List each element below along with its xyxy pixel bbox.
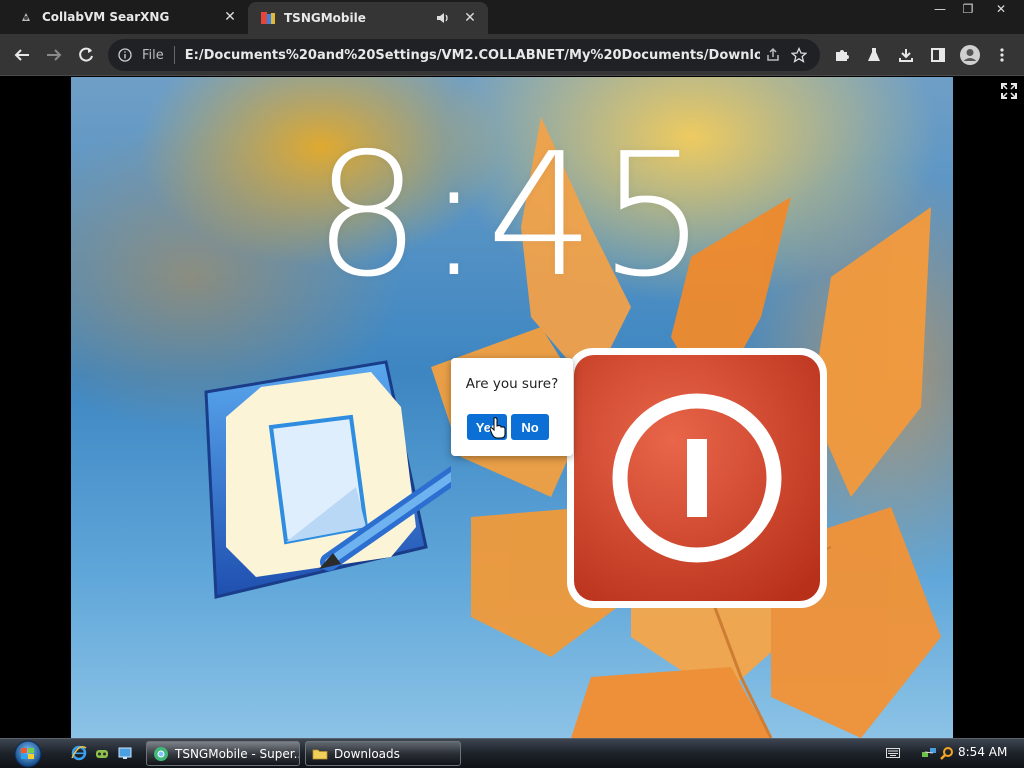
close-window-button[interactable]: ✕	[982, 0, 1020, 18]
tab-close-icon[interactable]: ✕	[460, 10, 480, 26]
tab-collabvm-searxng[interactable]: CollabVM SearXNG ✕	[0, 0, 248, 34]
tsng-icon	[260, 10, 276, 26]
wallpaper: 8:45 Are you sure? Yes No	[71, 77, 953, 738]
show-desktop-icon[interactable]	[116, 744, 134, 762]
tab-title: TSNGMobile	[284, 11, 366, 25]
confirm-dialog: Are you sure? Yes No	[451, 358, 573, 456]
screen: CollabVM SearXNG ✕ TSNGMobile ✕ — ❐ ✕ Fi…	[0, 0, 1024, 768]
taskbar-button-label: TSNGMobile - Super...	[175, 746, 300, 761]
no-button[interactable]: No	[511, 414, 549, 440]
taskbar-button-tsngmobile[interactable]: TSNGMobile - Super...	[146, 741, 300, 766]
back-icon[interactable]	[10, 43, 34, 67]
tab-tsngmobile[interactable]: TSNGMobile ✕	[248, 2, 488, 34]
address-bar[interactable]: File E:/Documents%20and%20Settings/VM2.C…	[108, 39, 820, 71]
restore-button[interactable]: ❐	[954, 0, 982, 18]
address-separator	[173, 46, 175, 64]
info-icon[interactable]	[118, 48, 138, 62]
taskbar-button-downloads[interactable]: Downloads	[305, 741, 461, 766]
reload-icon[interactable]	[74, 43, 98, 67]
clock-time: 8:45	[313, 117, 711, 315]
url-scheme: File	[142, 47, 164, 63]
minimize-button[interactable]: —	[926, 0, 954, 18]
bookmark-star-icon[interactable]	[786, 47, 812, 63]
browser-tab-strip: CollabVM SearXNG ✕ TSNGMobile ✕ — ❐ ✕	[0, 0, 1024, 34]
folder-icon	[312, 746, 328, 762]
hand-cursor-icon	[489, 417, 506, 439]
chrome-icon	[153, 746, 169, 762]
tab-title: CollabVM SearXNG	[42, 10, 170, 24]
notes-app-icon[interactable]	[201, 357, 451, 607]
search-tray-icon[interactable]	[938, 744, 956, 762]
ie-icon[interactable]	[70, 744, 88, 762]
forward-icon[interactable]	[42, 43, 66, 67]
menu-icon[interactable]	[990, 43, 1014, 67]
games-icon[interactable]	[93, 744, 111, 762]
network-icon[interactable]	[920, 744, 938, 762]
confirm-message: Are you sure?	[465, 376, 559, 392]
download-icon[interactable]	[894, 43, 918, 67]
speaker-icon[interactable]	[436, 12, 454, 24]
taskbar-button-label: Downloads	[334, 746, 400, 761]
start-orb-icon[interactable]	[10, 740, 46, 768]
side-panel-icon[interactable]	[926, 43, 950, 67]
profile-icon[interactable]	[958, 43, 982, 67]
share-icon[interactable]	[760, 47, 786, 63]
url-text[interactable]: E:/Documents%20and%20Settings/VM2.COLLAB…	[185, 48, 760, 63]
keyboard-icon[interactable]	[884, 744, 902, 762]
extensions-icon[interactable]	[830, 43, 854, 67]
searxng-icon	[18, 9, 34, 25]
fullscreen-icon[interactable]	[1000, 82, 1018, 100]
power-app-icon[interactable]	[564, 345, 830, 611]
browser-toolbar: File E:/Documents%20and%20Settings/VM2.C…	[0, 34, 1024, 76]
page-viewport: 8:45 Are you sure? Yes No	[0, 77, 1024, 738]
window-controls: — ❐ ✕	[926, 0, 1020, 18]
tab-close-icon[interactable]: ✕	[220, 9, 240, 25]
taskbar-clock[interactable]: 8:54 AM	[958, 745, 1007, 759]
labs-icon[interactable]	[862, 43, 886, 67]
